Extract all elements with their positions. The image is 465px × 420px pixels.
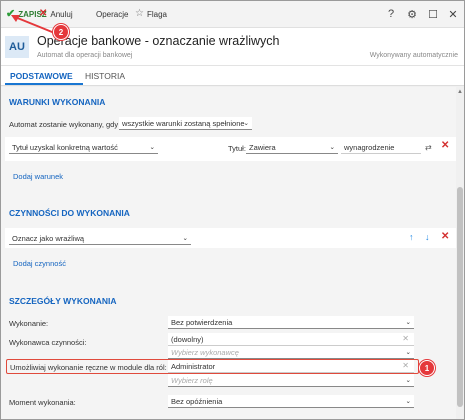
scrollbar[interactable]: ▲ [456,87,464,419]
annotation-badge-1: 1 [419,360,435,376]
details-section-title: SZCZEGÓŁY WYKONANIA [9,296,117,306]
moment-label: Moment wykonania: [9,398,76,407]
chevron-down-icon: ⌄ [405,349,411,356]
highlight-box [6,359,419,374]
tab-bar: PODSTAWOWE HISTORIA [1,66,464,86]
condition-value-input[interactable]: wynagrodzenie [341,141,421,154]
delete-icon[interactable]: ✕ [441,231,449,242]
tab-history[interactable]: HISTORIA [85,71,125,81]
performer-picker[interactable]: Wybierz wykonawcę ⌄ [168,346,414,359]
moment-select[interactable]: Bez opóźnienia ⌄ [168,395,414,408]
action-value: Oznacz jako wrażliwą [12,233,85,243]
maximize-icon[interactable]: ☐ [424,5,442,23]
conditions-section-title: WARUNKI WYKONANIA [9,97,106,107]
run-when-label: Automat zostanie wykonany, gdy [9,120,119,129]
chevron-down-icon: ⌄ [329,144,335,151]
performer-value: (dowolny) [171,334,204,344]
actions-section-title: CZYNNOŚCI DO WYKONANIA [9,208,130,218]
execution-value: Bez potwierdzenia [171,317,233,327]
exec-mode: Wykonywany automatycznie [369,52,458,59]
annotation-badge-2: 2 [53,24,69,40]
swap-icon[interactable]: ⇄ [425,143,432,152]
arrow-down-icon[interactable]: ↓ [425,232,430,242]
operator-select[interactable]: Zawiera ⌄ [246,141,338,154]
chevron-down-icon: ⌄ [405,377,411,384]
cancel-button[interactable]: ✕ Anuluj [39,7,73,21]
flag-label: Flaga [146,9,167,19]
performer-label: Wykonawca czynności: [9,338,87,347]
page-subtitle: Automat dla operacji bankowej [37,52,133,59]
moment-value: Bez opóźnienia [171,396,223,406]
form-content: WARUNKI WYKONANIA Automat zostanie wykon… [1,87,456,419]
condition-type-value: Tytuł uzyskal konkretną wartość [12,142,118,152]
chevron-down-icon: ⌄ [243,120,249,127]
execution-select[interactable]: Bez potwierdzenia ⌄ [168,316,414,329]
condition-type-select[interactable]: Tytuł uzyskal konkretną wartość ⌄ [9,141,158,154]
active-tab-indicator [5,83,83,85]
condition-field-label: Tytuł: [228,144,246,153]
delete-icon[interactable]: ✕ [441,140,449,151]
close-icon[interactable]: ✕ [444,5,462,23]
performer-select[interactable]: (dowolny) ✕ [168,333,414,346]
add-action-link[interactable]: Dodaj czynność [13,259,66,268]
run-when-select[interactable]: wszystkie warunki zostaną spełnione ⌄ [119,117,252,130]
role-placeholder: Wybierz rolę [171,375,213,385]
star-icon: ☆ [135,8,144,19]
arrow-up-icon[interactable]: ↑ [409,232,414,242]
performer-placeholder: Wybierz wykonawcę [171,347,239,357]
page-title: Operacje bankowe - oznaczanie wrażliwych [37,34,280,48]
action-select[interactable]: Oznacz jako wrażliwą ⌄ [9,232,191,245]
operations-button[interactable]: Operacje [96,7,128,21]
role-picker[interactable]: Wybierz rolę ⌄ [168,374,414,387]
checkmark-icon: ✔ [6,8,16,20]
chevron-down-icon: ⌄ [405,398,411,405]
chevron-down-icon: ⌄ [405,319,411,326]
tab-basic[interactable]: PODSTAWOWE [10,71,73,81]
run-when-value: wszystkie warunki zostaną spełnione [122,118,245,128]
gear-icon[interactable]: ⚙ [403,5,421,23]
window: ✔ ZAPISZ ✕ Anuluj Operacje ☆ Flaga ? ⚙ ☐… [0,0,465,420]
toolbar: ✔ ZAPISZ ✕ Anuluj Operacje ☆ Flaga ? ⚙ ☐… [1,1,464,28]
avatar: AU [5,36,29,58]
execution-label: Wykonanie: [9,319,49,328]
operations-label: Operacje [96,9,129,19]
clear-icon[interactable]: ✕ [402,334,409,343]
help-icon[interactable]: ? [382,5,400,23]
flag-button[interactable]: ☆ Flaga [135,7,167,21]
cancel-x-icon: ✕ [39,8,48,19]
condition-value: wynagrodzenie [344,142,395,152]
cancel-label: Anuluj [50,9,73,19]
scrollbar-thumb[interactable] [457,187,463,407]
chevron-down-icon: ⌄ [182,235,188,242]
scroll-up-icon[interactable]: ▲ [457,89,463,95]
operator-value: Zawiera [249,142,276,152]
record-header: AU Operacje bankowe - oznaczanie wrażliw… [1,28,464,66]
chevron-down-icon: ⌄ [149,144,155,151]
add-condition-link[interactable]: Dodaj warunek [13,172,63,181]
